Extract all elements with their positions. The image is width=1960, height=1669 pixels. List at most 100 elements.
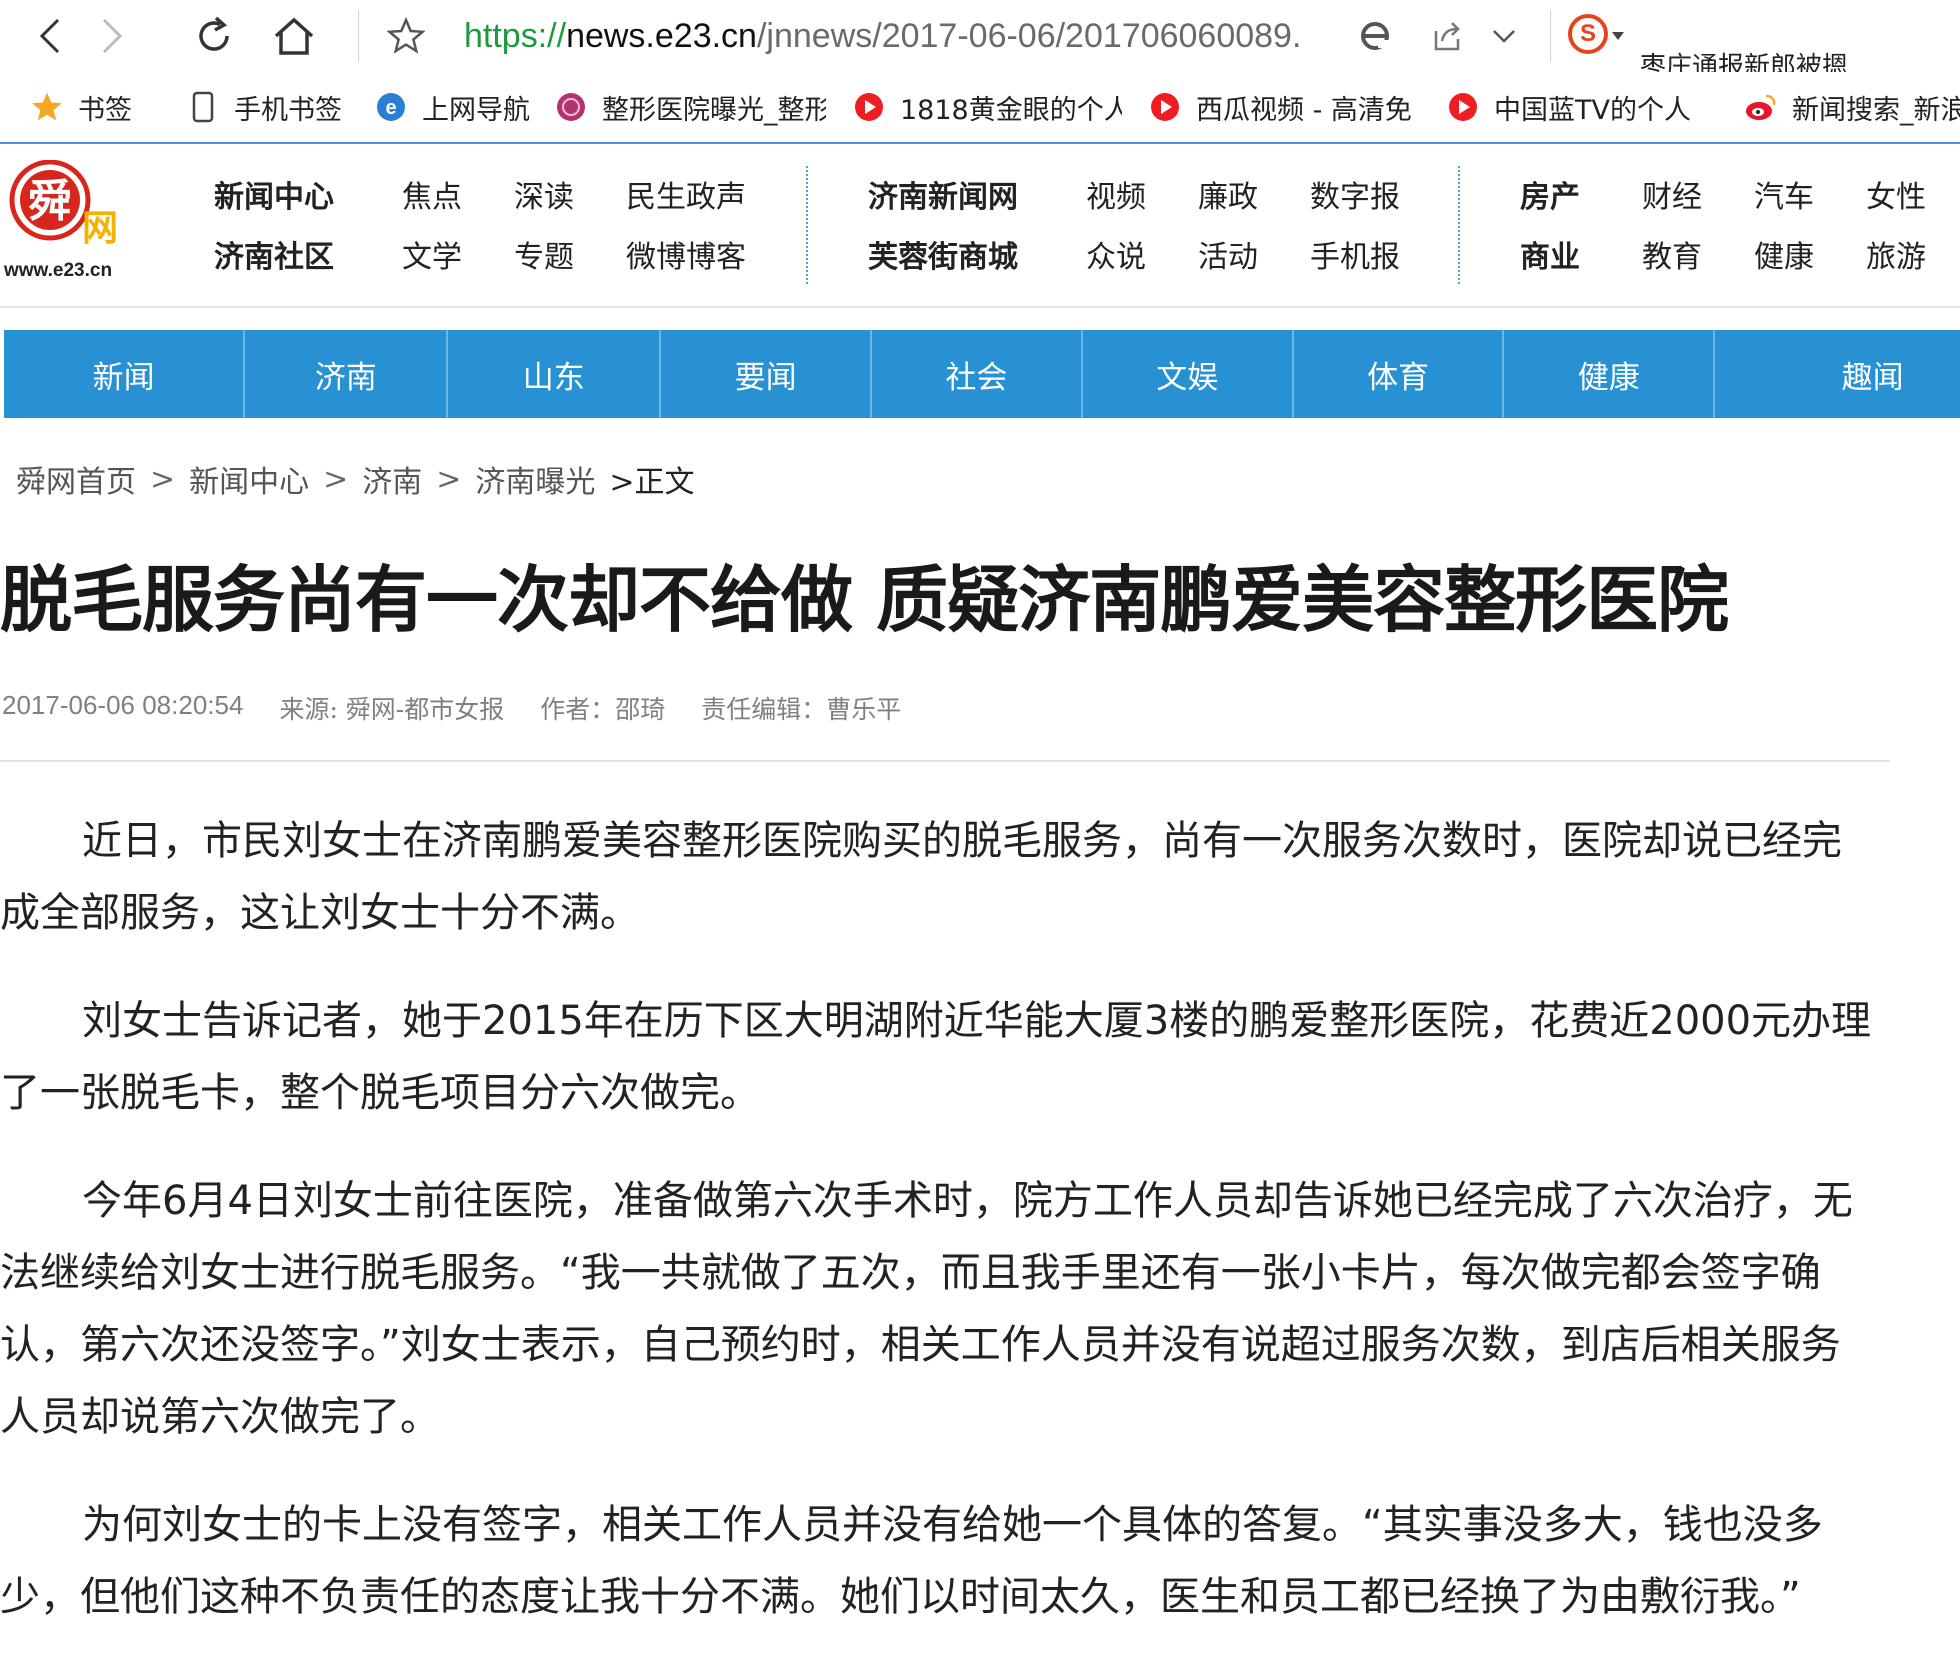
video-icon xyxy=(1446,90,1480,124)
bookmark-item[interactable]: 中国蓝TV的个人主 xyxy=(1446,72,1690,142)
chevron-down-icon[interactable] xyxy=(1484,8,1524,64)
article-meta: 2017-06-06 08:20:54 来源: 舜网-都市女报 作者：邵琦 责任… xyxy=(2,690,937,726)
breadcrumb: 舜网首页 > 新闻中心 > 济南 > 济南曝光 >正文 xyxy=(16,456,695,502)
bookmark-label: 中国蓝TV的个人主 xyxy=(1494,94,1690,126)
share-icon[interactable] xyxy=(1424,8,1470,64)
channel-tab[interactable]: 趣闻 xyxy=(1715,330,1960,418)
breadcrumb-current: >正文 xyxy=(609,465,695,500)
header-link[interactable]: 深读 xyxy=(514,172,574,216)
breadcrumb-separator: > xyxy=(150,461,176,497)
article-date: 2017-06-06 08:20:54 xyxy=(2,690,244,720)
site-logo[interactable]: 舜 网 www.e23.cn xyxy=(3,159,144,284)
hospital-icon xyxy=(554,90,588,124)
article-title: 脱毛服务尚有一次却不给做 质疑济南鹏爱美容整形医院 xyxy=(0,558,1729,642)
header-link[interactable]: 文学 xyxy=(402,232,462,276)
weibo-icon xyxy=(1744,90,1778,124)
phone-icon xyxy=(186,90,220,124)
header-link[interactable]: 济南社区 xyxy=(214,232,334,276)
header-link[interactable]: 济南新闻网 xyxy=(868,172,1018,216)
header-link[interactable]: 教育 xyxy=(1642,232,1702,276)
article-editor: 责任编辑：曹乐平 xyxy=(701,695,902,724)
header-link[interactable]: 民生政声 xyxy=(626,172,746,216)
channel-tab[interactable]: 济南 xyxy=(245,330,449,418)
header-link[interactable]: 众说 xyxy=(1086,232,1146,276)
bookmark-label: 西瓜视频 - 高清免 xyxy=(1196,94,1412,126)
breadcrumb-link[interactable]: 新闻中心 xyxy=(189,457,309,501)
url-scheme: https:// xyxy=(464,16,567,55)
header-link[interactable]: 视频 xyxy=(1086,172,1146,216)
breadcrumb-separator: > xyxy=(323,461,349,497)
sogou-icon[interactable]: S xyxy=(1568,14,1608,54)
channel-tab[interactable]: 要闻 xyxy=(661,330,872,418)
url-host: news.e23.cn xyxy=(566,16,757,55)
article-paragraph: 为何刘女士的卡上没有签字，相关工作人员并没有给她一个具体的答复。“其实事没多大，… xyxy=(0,1502,1823,1620)
url-path: /jnnews/2017-06-06/201706060089. xyxy=(756,16,1302,55)
bookmark-item[interactable]: 手机书签 xyxy=(186,72,356,142)
channel-tab[interactable]: 健康 xyxy=(1504,330,1716,418)
bookmark-item[interactable]: 新闻搜索_新浪 xyxy=(1744,72,1960,142)
header-link[interactable]: 健康 xyxy=(1754,232,1814,276)
video-icon xyxy=(852,90,886,124)
channel-tab[interactable]: 山东 xyxy=(448,330,662,418)
ie-icon: e xyxy=(374,90,408,124)
logo-sub: 网 xyxy=(82,208,118,249)
bookmark-item[interactable]: 1818黄金眼的个人 xyxy=(852,72,1122,142)
sogou-dropdown-icon[interactable] xyxy=(1608,8,1628,64)
ie-mode-icon[interactable] xyxy=(1352,8,1398,64)
header-link[interactable]: 数字报 xyxy=(1310,172,1400,216)
header-link[interactable]: 活动 xyxy=(1198,232,1258,276)
header-link[interactable]: 新闻中心 xyxy=(214,172,334,216)
news-ticker[interactable]: 枣庄通报新郎被摁 xyxy=(1640,50,1848,72)
bookmarks-bar: 书签 手机书签 e 上网导航 整形医院曝光_整形 1818黄金眼的个人 西瓜视频… xyxy=(0,72,1960,142)
header-link[interactable]: 商业 xyxy=(1520,232,1580,276)
header-link[interactable]: 手机报 xyxy=(1310,232,1400,276)
bookmark-item[interactable]: 整形医院曝光_整形 xyxy=(554,72,826,142)
logo-domain: www.e23.cn xyxy=(4,260,112,281)
back-icon[interactable] xyxy=(30,8,70,64)
breadcrumb-separator: > xyxy=(436,461,462,497)
header-link[interactable]: 微博博客 xyxy=(626,232,746,276)
header-link[interactable]: 焦点 xyxy=(402,172,462,216)
refresh-icon[interactable] xyxy=(190,8,238,64)
star-icon[interactable] xyxy=(382,8,430,64)
header-link[interactable]: 女性 xyxy=(1866,172,1926,216)
bookmark-item[interactable]: 西瓜视频 - 高清免 xyxy=(1148,72,1418,142)
bookmark-label: 整形医院曝光_整形 xyxy=(602,94,826,126)
article-paragraph: 刘女士告诉记者，她于2015年在历下区大明湖附近华能大厦3楼的鹏爱整形医院，花费… xyxy=(0,998,1872,1116)
article-source: 来源: 舜网-都市女报 xyxy=(279,695,505,724)
bookmark-item[interactable]: 书签 xyxy=(30,72,150,142)
bookmark-item[interactable]: e 上网导航 xyxy=(374,72,534,142)
header-link[interactable]: 专题 xyxy=(514,232,574,276)
channel-tab[interactable]: 新闻 xyxy=(4,330,246,418)
header-link[interactable]: 汽车 xyxy=(1754,172,1814,216)
header-link[interactable]: 廉政 xyxy=(1198,172,1258,216)
header-link[interactable]: 芙蓉街商城 xyxy=(868,232,1018,276)
channel-tab[interactable]: 体育 xyxy=(1294,330,1505,418)
channel-nav: 新闻 济南 山东 要闻 社会 文娱 体育 健康 趣闻 xyxy=(4,330,1960,418)
channel-tab[interactable]: 文娱 xyxy=(1083,330,1294,418)
address-bar[interactable]: https://news.e23.cn/jnnews/2017-06-06/20… xyxy=(464,12,1324,60)
article-paragraph: 近日，市民刘女士在济南鹏爱美容整形医院购买的脱毛服务，尚有一次服务次数时，医院却… xyxy=(0,818,1842,936)
svg-text:e: e xyxy=(385,97,396,119)
header-link[interactable]: 房产 xyxy=(1520,172,1580,216)
star-icon xyxy=(30,90,64,124)
bookmark-label: 书签 xyxy=(78,94,132,126)
forward-icon[interactable] xyxy=(92,8,132,64)
bookmark-label: 新闻搜索_新浪 xyxy=(1792,94,1960,126)
header-link[interactable]: 财经 xyxy=(1642,172,1702,216)
bookmark-label: 1818黄金眼的个人 xyxy=(900,94,1122,126)
channel-tab[interactable]: 社会 xyxy=(872,330,1083,418)
article-paragraph: 今年6月4日刘女士前往医院，准备做第六次手术时，院方工作人员却告诉她已经完成了六… xyxy=(0,1178,1853,1440)
video-icon xyxy=(1148,90,1182,124)
bookmark-label: 上网导航 xyxy=(422,94,530,126)
article-body: 近日，市民刘女士在济南鹏爱美容整形医院购买的脱毛服务，尚有一次服务次数时，医院却… xyxy=(0,805,1880,1669)
home-icon[interactable] xyxy=(270,8,318,64)
bookmark-label: 手机书签 xyxy=(234,94,342,126)
browser-toolbar: https://news.e23.cn/jnnews/2017-06-06/20… xyxy=(0,0,1960,72)
breadcrumb-link[interactable]: 济南 xyxy=(362,457,422,501)
breadcrumb-link[interactable]: 舜网首页 xyxy=(16,457,136,501)
header-link[interactable]: 旅游 xyxy=(1866,232,1926,276)
article-author: 作者：邵琦 xyxy=(540,695,666,724)
logo-mark: 舜 xyxy=(28,176,72,227)
breadcrumb-link[interactable]: 济南曝光 xyxy=(475,457,595,501)
